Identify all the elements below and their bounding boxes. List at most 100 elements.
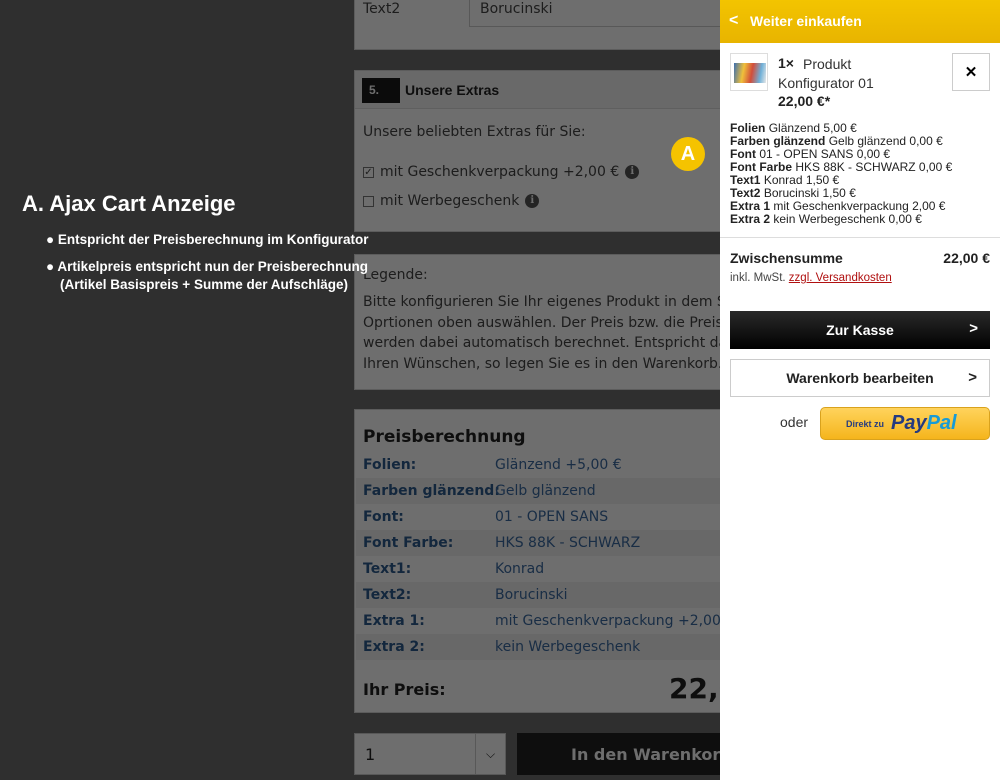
price-value: HKS 88K - SCHWARZ [495, 535, 641, 551]
attribute-value: kein Werbegeschenk 0,00 € [773, 212, 922, 226]
edit-cart-button[interactable]: Warenkorb bearbeiten > [730, 359, 990, 397]
price-value: Konrad [495, 561, 545, 577]
attribute-value: Glänzend 5,00 € [768, 121, 857, 135]
attribute-key: Farben glänzend [730, 134, 826, 148]
paypal-logo: PayPal [891, 412, 957, 435]
tax-text: inkl. MwSt. [730, 272, 786, 284]
extra-option-gift-wrap[interactable]: ✓ mit Geschenkverpackung +2,00 € i [363, 164, 640, 180]
subtotal-value: 22,00 € [943, 250, 990, 266]
checkout-label: Zur Kasse [826, 322, 894, 338]
product-thumbnail[interactable] [730, 53, 768, 91]
checkout-button[interactable]: Zur Kasse > [730, 311, 990, 349]
attribute-value: Gelb glänzend 0,00 € [828, 134, 943, 148]
legend-line: werden dabei automatisch berechnet. Ents… [363, 335, 734, 351]
quantity-select[interactable]: 1 ⌵ [354, 733, 506, 775]
item-attributes: Folien Glänzend 5,00 € Farben glänzend G… [730, 122, 952, 226]
attribute-value: Borucinski 1,50 € [763, 186, 856, 200]
price-row: Font Farbe: HKS 88K - SCHWARZ [356, 530, 733, 556]
add-to-cart-button[interactable]: In den Warenkorb [517, 733, 737, 775]
paypal-logo-pay: Pay [891, 412, 927, 434]
price-row: Extra 2: kein Werbegeschenk [356, 634, 733, 660]
info-icon[interactable]: i [525, 194, 540, 208]
checkbox-checked[interactable]: ✓ [363, 166, 374, 178]
shipping-costs-link[interactable]: zzgl. Versandkosten [789, 272, 892, 284]
price-calculation: Preisberechnung Folien: Glänzend +5,00 € … [354, 409, 734, 713]
attribute-row: Extra 2 kein Werbegeschenk 0,00 € [730, 213, 952, 226]
price-value: Borucinski [495, 587, 568, 603]
price-value: 01 - OPEN SANS [495, 509, 609, 525]
remove-item-button[interactable]: ✕ [952, 53, 990, 91]
attribute-key: Extra 2 [730, 212, 771, 226]
price-row: Text2: Borucinski [356, 582, 733, 608]
paypal-prefix: Direkt zu [846, 419, 885, 429]
attribute-value: Konrad 1,50 € [763, 173, 840, 187]
price-key: Folien: [363, 457, 417, 473]
text2-label: Text2 [363, 1, 401, 17]
price-row: Farben glänzend: Gelb glänzend [356, 478, 733, 504]
paypal-logo-pal: Pal [926, 412, 957, 434]
legend-line: Oprtionen oben auswählen. Der Preis bzw.… [363, 314, 734, 331]
price-key: Text2: [363, 587, 412, 603]
item-price: 22,00 €* [778, 93, 831, 109]
quantity-value: 1 [365, 745, 376, 764]
subtotal-label: Zwischensumme [730, 250, 843, 266]
chevron-right-icon: > [969, 320, 978, 337]
legend-section: Legende: Bitte konfigurieren Sie Ihr eig… [354, 254, 734, 390]
or-label: oder [780, 414, 809, 430]
attribute-key: Folien [730, 121, 766, 135]
chevron-left-icon: < [729, 12, 739, 29]
legend-line: Ihren Wünschen, so legen Sie es in den W… [363, 355, 723, 372]
extra-option-label: mit Werbegeschenk [380, 193, 520, 209]
item-name[interactable]: Produkt Konfigurator 01 [778, 55, 928, 93]
price-key: Text1: [363, 561, 412, 577]
price-row: Font: 01 - OPEN SANS [356, 504, 733, 530]
annotation-bullet: ● Artikelpreis entspricht nun der Preisb… [46, 259, 368, 274]
annotation-title: A. Ajax Cart Anzeige [22, 191, 236, 216]
total-price-label: Ihr Preis: [363, 680, 446, 699]
attribute-key: Text1 [730, 173, 761, 187]
extras-subtitle: Unsere beliebten Extras für Sie: [363, 124, 586, 140]
annotation-marker: A [671, 137, 705, 171]
attribute-key: Extra 1 [730, 199, 771, 213]
info-icon[interactable]: i [625, 165, 640, 179]
extras-title: Unsere Extras [405, 82, 500, 98]
divider [720, 237, 1000, 238]
price-value: Glänzend +5,00 € [495, 457, 622, 473]
price-key: Font: [363, 509, 404, 525]
extra-option-label: mit Geschenkverpackung +2,00 € [380, 164, 620, 180]
price-value: Gelb glänzend [495, 483, 596, 499]
continue-shopping-label: Weiter einkaufen [750, 13, 862, 29]
paypal-express-button[interactable]: Direkt zu PayPal [820, 407, 990, 440]
checkbox-unchecked[interactable] [363, 195, 374, 207]
chevron-right-icon: > [968, 369, 977, 386]
price-key: Font Farbe: [363, 535, 454, 551]
text2-input[interactable]: Borucinski [469, 0, 739, 27]
price-key: Farben glänzend: [363, 483, 500, 499]
legend-title: Legende: [363, 267, 428, 283]
attribute-key: Font Farbe [730, 160, 792, 174]
legend-line: Bitte konfigurieren Sie Ihr eigenes Prod… [363, 294, 734, 310]
attribute-value: mit Geschenkverpackung 2,00 € [773, 199, 946, 213]
annotation-bullet: ● Entspricht der Preisberechnung im Konf… [46, 232, 369, 247]
text2-field-row: Text2 Borucinski [354, 0, 739, 50]
edit-cart-label: Warenkorb bearbeiten [786, 370, 934, 386]
price-calc-title: Preisberechnung [363, 427, 526, 447]
price-key: Extra 2: [363, 639, 425, 655]
chevron-down-icon[interactable]: ⌵ [475, 734, 505, 774]
extras-header: 5. Unsere Extras [355, 71, 733, 109]
price-row: Folien: Glänzend +5,00 € [356, 452, 733, 478]
ajax-cart-drawer: < Weiter einkaufen 1× Produkt Konfigurat… [720, 0, 1000, 780]
legend-text: Bitte konfigurieren Sie Ihr eigenes Prod… [363, 292, 734, 374]
attribute-key: Font [730, 147, 756, 161]
continue-shopping-button[interactable]: < Weiter einkaufen [720, 0, 1000, 43]
attribute-value: 01 - OPEN SANS 0,00 € [759, 147, 891, 161]
price-row: Text1: Konrad [356, 556, 733, 582]
attribute-key: Text2 [730, 186, 761, 200]
price-value: kein Werbegeschenk [495, 639, 641, 655]
extra-option-gift[interactable]: mit Werbegeschenk i [363, 193, 540, 209]
price-value: mit Geschenkverpackung +2,00 € [495, 613, 734, 629]
product-image [734, 63, 766, 83]
price-row: Extra 1: mit Geschenkverpackung +2,00 € [356, 608, 734, 634]
step-number: 5. [362, 78, 400, 103]
tax-note: inkl. MwSt. zzgl. Versandkosten [730, 272, 892, 284]
